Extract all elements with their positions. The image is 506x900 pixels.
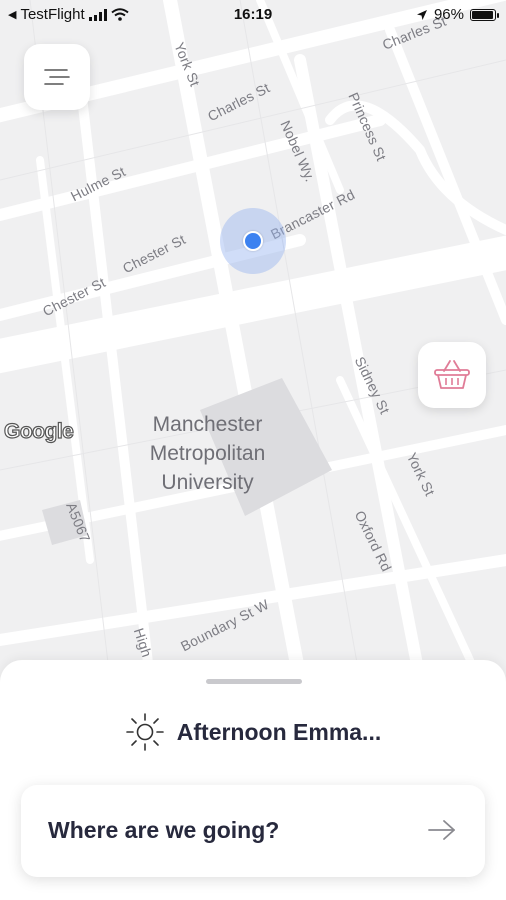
menu-icon [44,69,70,85]
basket-icon [434,360,470,389]
battery-percent: 96% [433,6,464,23]
status-right: 96% [416,6,499,23]
current-location-dot [243,231,263,251]
poi-line: Metropolitan [149,442,266,465]
destination-search-card[interactable]: Where are we going? [21,785,485,877]
bottom-sheet[interactable]: Afternoon Emma... Where are we going? [0,660,506,900]
battery-fill [472,10,494,19]
menu-button[interactable] [24,44,90,110]
sun-icon [125,713,164,751]
sheet-drag-handle[interactable] [206,679,302,684]
poi-label[interactable]: Manchester Metropolitan University [135,410,280,497]
google-logo: Google [3,419,74,443]
destination-prompt: Where are we going? [48,817,280,843]
basket-button[interactable] [418,342,486,408]
status-bar: ◀ TestFlight 16:19 96% [0,0,506,30]
poi-line: University [161,471,254,494]
poi-line: Manchester [152,413,263,436]
location-arrow-icon [416,9,427,20]
greeting-text: Afternoon Emma... [176,718,382,745]
battery-icon [470,8,499,21]
greeting: Afternoon Emma... [0,712,506,752]
arrow-right-icon[interactable] [427,818,457,842]
